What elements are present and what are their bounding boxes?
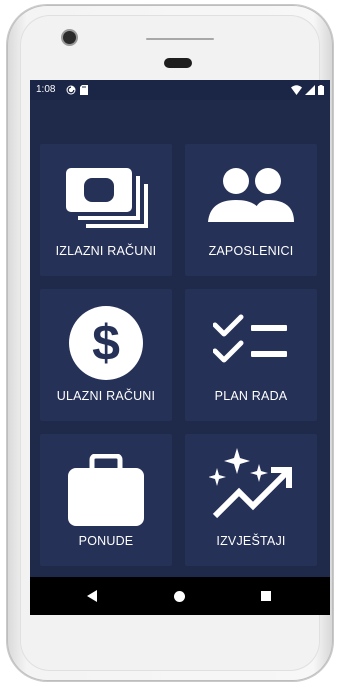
earpiece-speaker <box>146 38 214 40</box>
trending-sparkle-icon <box>209 448 292 519</box>
app-screen: 1:08 IZLAZNI RAČUNI ZAPOSLENICI $ ULAZNI… <box>30 80 330 615</box>
tile-label: ULAZNI RAČUNI <box>56 389 156 403</box>
recents-icon <box>261 591 271 601</box>
signal-icon <box>305 85 315 95</box>
tile-ponude[interactable]: PONUDE <box>40 434 172 566</box>
back-icon <box>87 590 97 602</box>
sync-icon <box>66 85 76 95</box>
money-icon <box>66 168 148 228</box>
people-icon <box>208 168 294 222</box>
recents-button[interactable] <box>246 577 286 615</box>
tile-label: PLAN RADA <box>214 389 288 403</box>
tile-label: ZAPOSLENICI <box>208 244 294 258</box>
checklist-icon <box>213 314 287 363</box>
tile-label: IZLAZNI RAČUNI <box>55 244 157 258</box>
front-camera <box>63 31 76 44</box>
sd-card-icon <box>80 85 88 95</box>
tile-izvjestaji[interactable]: IZVJEŠTAJI <box>185 434 317 566</box>
wifi-icon <box>291 85 302 95</box>
home-button[interactable] <box>159 577 199 615</box>
tile-plan-rada[interactable]: PLAN RADA <box>185 289 317 421</box>
svg-text:$: $ <box>92 315 120 371</box>
navigation-bar <box>30 577 330 615</box>
battery-icon <box>318 85 324 95</box>
home-icon <box>173 590 185 602</box>
back-button[interactable] <box>72 577 112 615</box>
status-time: 1:08 <box>36 84 56 95</box>
tile-label: IZVJEŠTAJI <box>216 534 286 548</box>
briefcase-icon <box>68 454 144 526</box>
tile-label: PONUDE <box>78 534 134 548</box>
tile-zaposlenici[interactable]: ZAPOSLENICI <box>185 144 317 276</box>
proximity-sensor <box>164 58 192 68</box>
tile-izlazni-racuni[interactable]: IZLAZNI RAČUNI <box>40 144 172 276</box>
status-bar: 1:08 <box>30 80 330 100</box>
tile-ulazni-racuni[interactable]: $ ULAZNI RAČUNI <box>40 289 172 421</box>
dollar-icon: $ <box>69 306 143 380</box>
